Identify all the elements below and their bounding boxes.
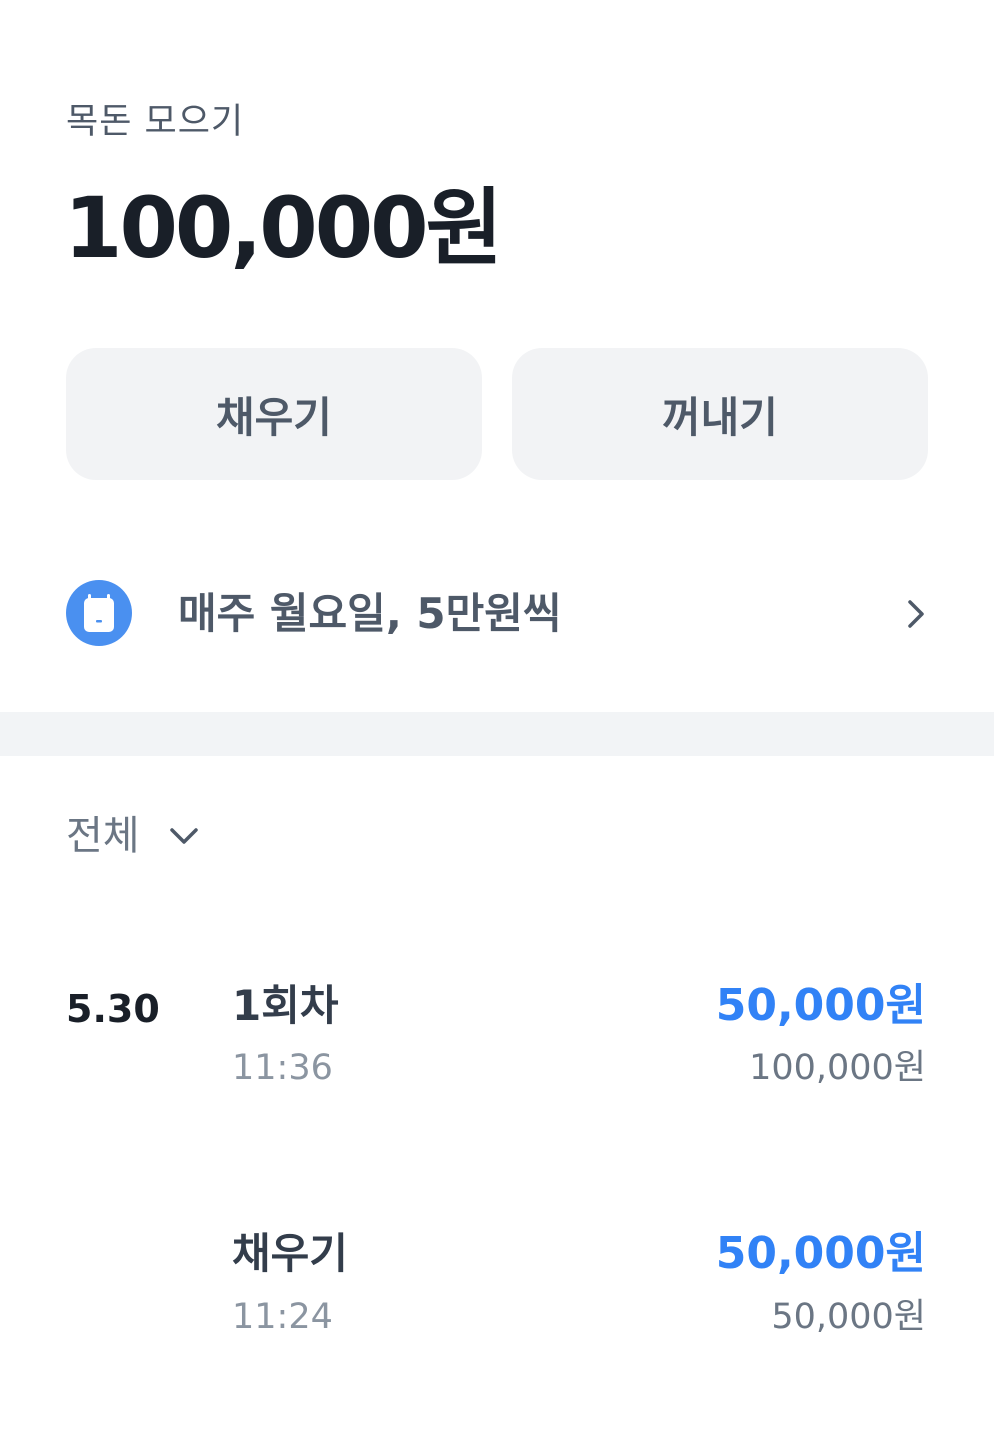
- fill-button[interactable]: 채우기: [66, 348, 482, 480]
- withdraw-button[interactable]: 꺼내기: [512, 348, 928, 480]
- chevron-down-icon: [166, 822, 202, 850]
- transaction-amount: 50,000원: [715, 1228, 926, 1279]
- transaction-date: 5.30: [66, 987, 160, 1031]
- transaction-amount: 50,000원: [715, 980, 926, 1031]
- transaction-balance: 50,000원: [771, 1297, 926, 1337]
- account-name: 목돈 모으기: [66, 102, 245, 142]
- transaction-title: 1회차: [232, 981, 339, 1030]
- fill-button-label: 채우기: [216, 392, 332, 442]
- auto-deposit-schedule[interactable]: 매주 월요일, 5만원씩: [0, 560, 994, 670]
- transaction-balance: 100,000원: [749, 1048, 926, 1088]
- calendar-icon: [66, 580, 132, 646]
- schedule-text: 매주 월요일, 5만원씩: [178, 589, 562, 638]
- transaction-filter[interactable]: 전체: [66, 808, 202, 864]
- chevron-right-icon: [902, 596, 932, 632]
- withdraw-button-label: 꺼내기: [662, 392, 778, 442]
- transaction-time: 11:36: [232, 1048, 333, 1088]
- transaction-title: 채우기: [232, 1229, 348, 1278]
- account-balance: 100,000원: [64, 179, 503, 277]
- filter-label: 전체: [66, 813, 140, 859]
- section-divider: [0, 712, 994, 756]
- transaction-time: 11:24: [232, 1297, 333, 1337]
